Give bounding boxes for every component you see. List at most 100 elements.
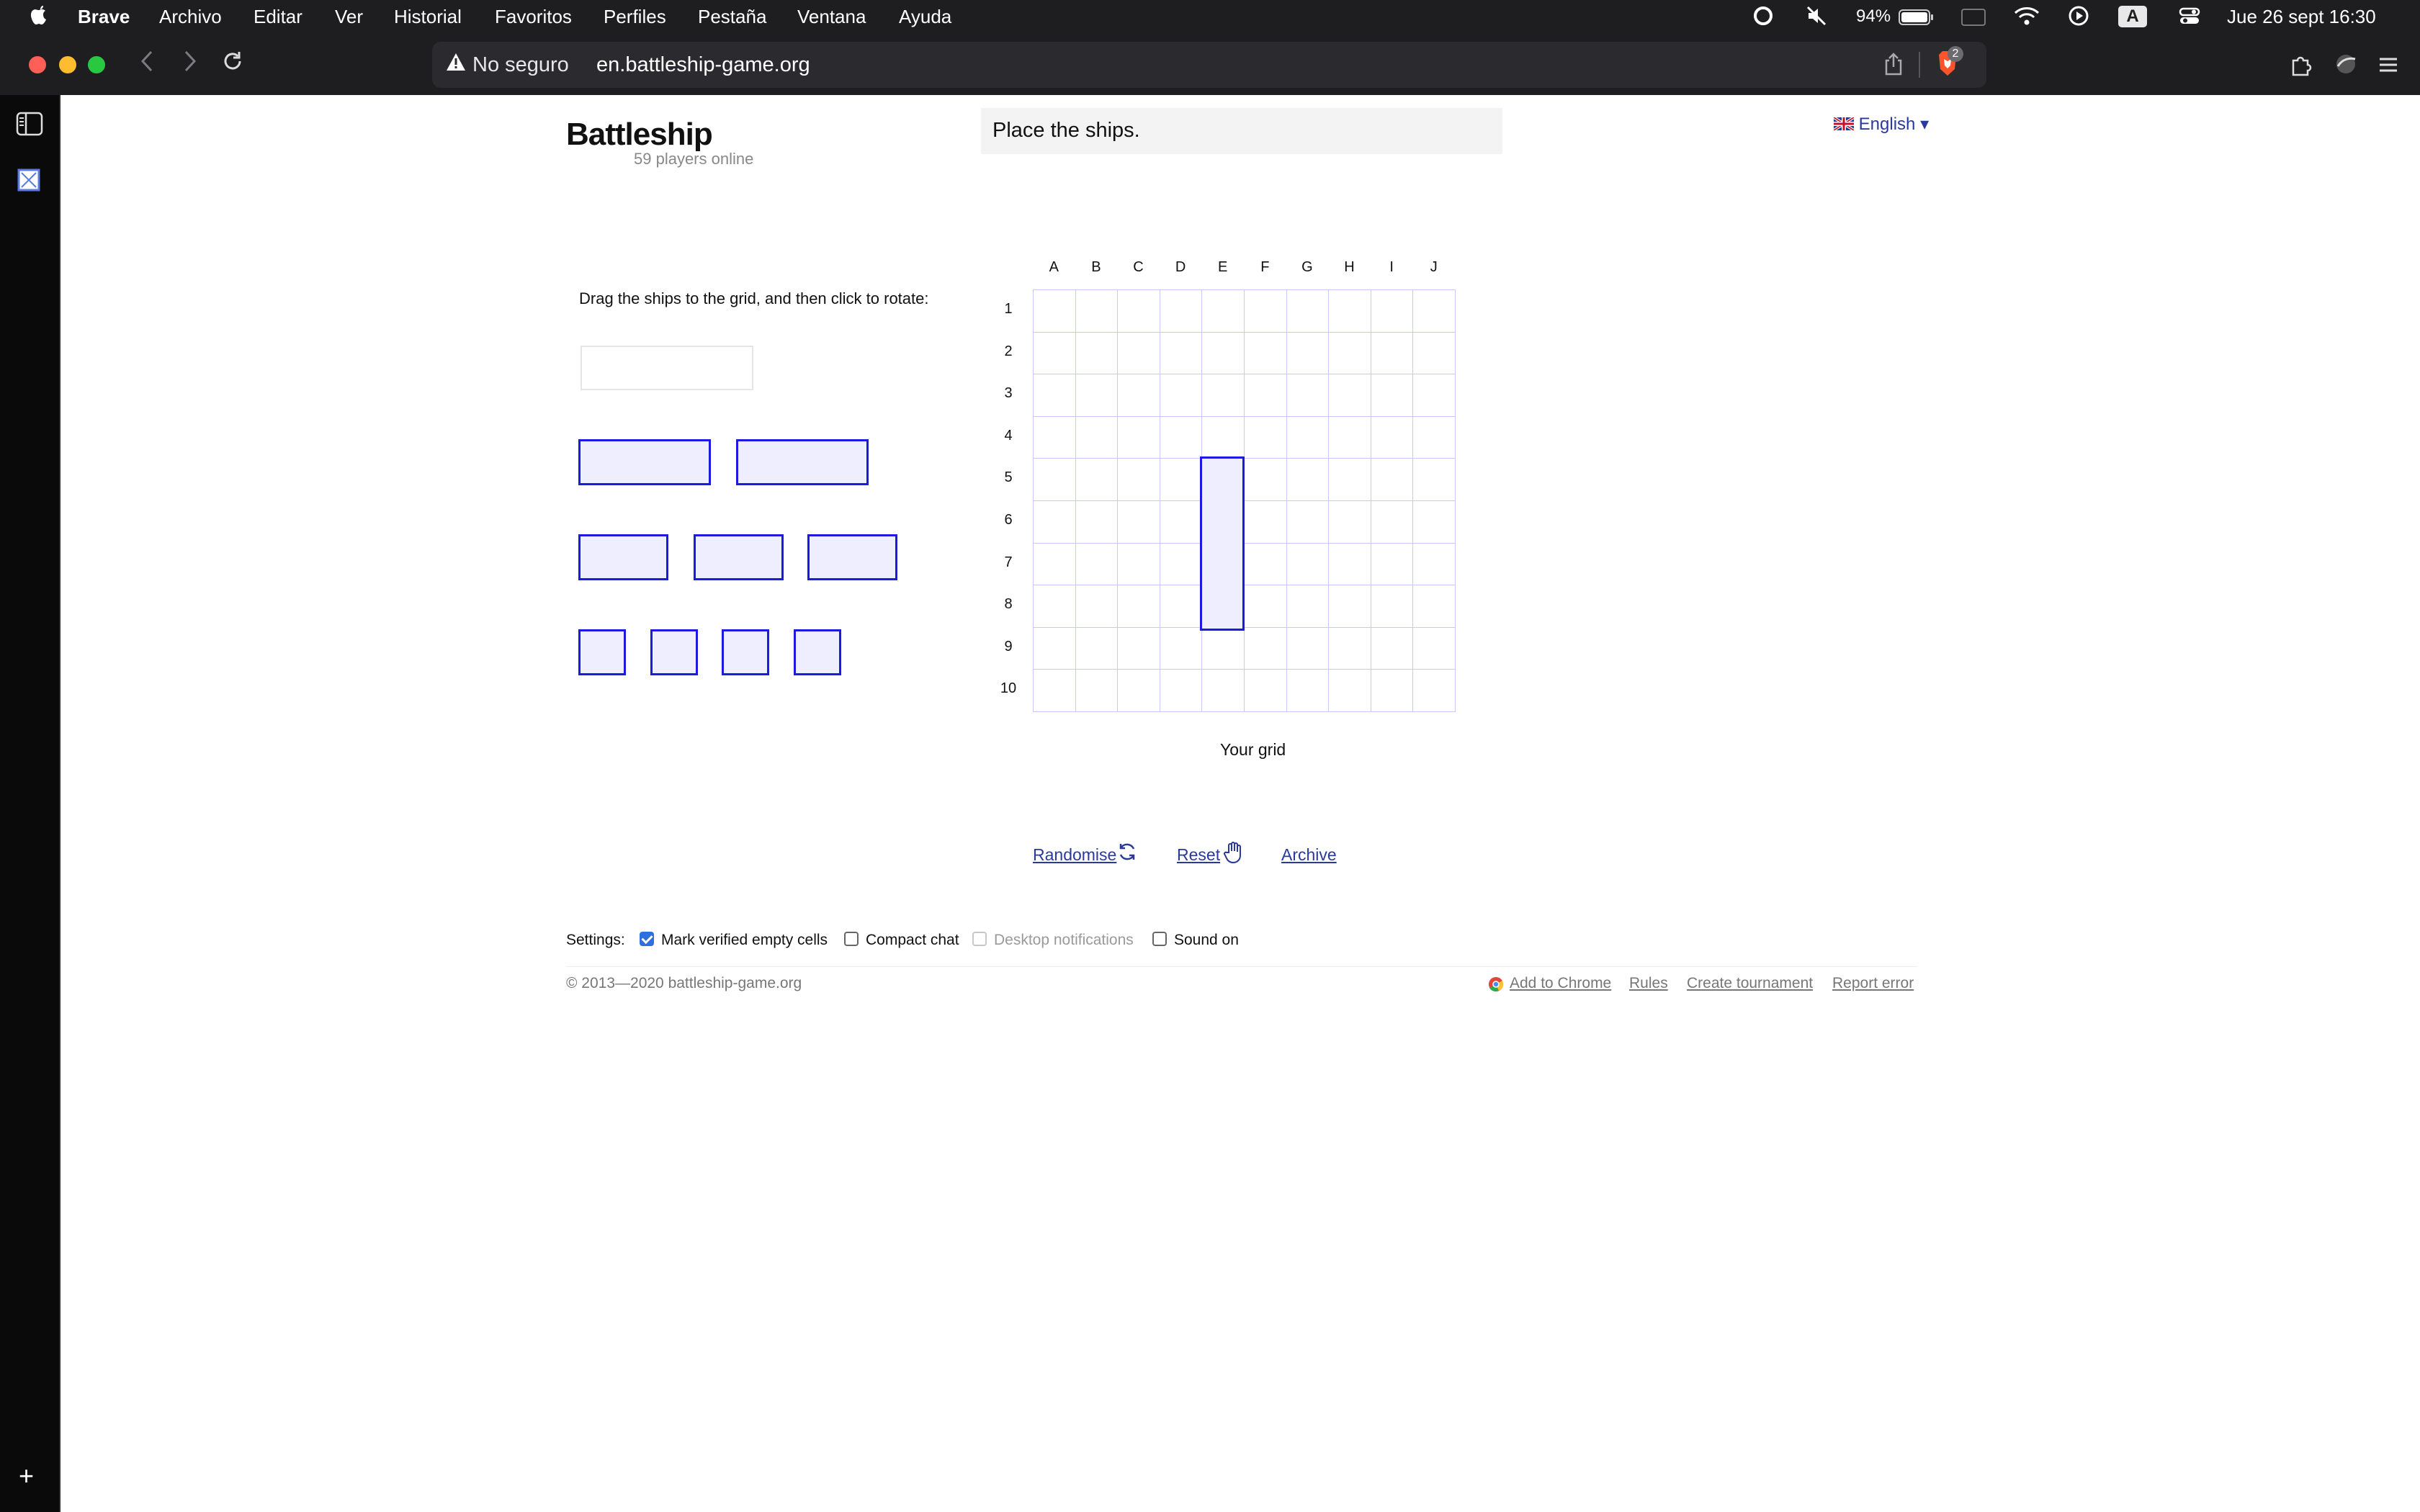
grid-cell[interactable] [1412,626,1456,670]
grid-cell[interactable] [1159,458,1203,501]
grid-cell[interactable] [1117,289,1160,333]
new-tab-plus-icon[interactable]: + [19,1463,34,1489]
menu-editar[interactable]: Editar [254,6,302,28]
rules-link[interactable]: Rules [1629,975,1668,992]
ship-1deck-4[interactable] [794,629,841,675]
grid-cell[interactable] [1075,458,1119,501]
grid-cell[interactable] [1159,669,1203,712]
grid-cell[interactable] [1075,669,1119,712]
ship-1deck-2[interactable] [650,629,698,675]
grid-cell[interactable] [1412,415,1456,459]
reset-link[interactable]: Reset [1177,845,1220,865]
grid-cell[interactable] [1201,669,1245,712]
grid-cell[interactable] [1159,626,1203,670]
grid-cell[interactable] [1370,500,1414,544]
grid-cell[interactable] [1244,669,1287,712]
grid-cell[interactable] [1370,458,1414,501]
grid-cell[interactable] [1244,585,1287,628]
menu-archivo[interactable]: Archivo [159,6,222,28]
grid-cell[interactable] [1244,415,1287,459]
grid-cell[interactable] [1159,374,1203,417]
grid-cell[interactable] [1328,626,1371,670]
grid-cell[interactable] [1328,415,1371,459]
grid-cell[interactable] [1075,626,1119,670]
apple-icon[interactable] [29,4,49,32]
keyboard-input-icon[interactable]: A [2118,6,2147,27]
extensions-icon[interactable] [2289,53,2312,80]
grid-cell[interactable] [1412,289,1456,333]
grid-cell[interactable] [1328,331,1371,375]
create-tournament-link[interactable]: Create tournament [1687,975,1813,992]
ship-2deck-1[interactable] [578,534,668,580]
randomise-link[interactable]: Randomise [1033,845,1116,865]
warning-icon[interactable] [445,52,467,78]
reload-button[interactable] [220,49,245,80]
grid-cell[interactable] [1328,289,1371,333]
grid-cell[interactable] [1244,458,1287,501]
grid-cell[interactable] [1075,500,1119,544]
grid-cell[interactable] [1075,331,1119,375]
site-logo[interactable]: Battleship [566,117,713,153]
grid-cell[interactable] [1201,331,1245,375]
grid-cell[interactable] [1328,669,1371,712]
grid-cell[interactable] [1159,500,1203,544]
sound-on-label[interactable]: Sound on [1174,932,1239,949]
grid-cell[interactable] [1370,626,1414,670]
grid-cell[interactable] [1412,458,1456,501]
forward-button[interactable] [180,49,200,80]
ship-3deck-1[interactable] [578,439,711,485]
grid-cell[interactable] [1328,458,1371,501]
grid-cell[interactable] [1370,415,1414,459]
grid-cell[interactable] [1370,542,1414,586]
minimize-window-button[interactable] [59,56,76,73]
grid-cell[interactable] [1201,626,1245,670]
back-button[interactable] [137,49,157,80]
grid-cell[interactable] [1370,669,1414,712]
menu-app-name[interactable]: Brave [78,6,130,28]
grid-cell[interactable] [1244,374,1287,417]
grid-cell[interactable] [1075,542,1119,586]
grid-cell[interactable] [1159,415,1203,459]
grid-cell[interactable] [1286,374,1330,417]
grid-cell[interactable] [1033,669,1076,712]
grid-cell[interactable] [1033,415,1076,459]
grid-cell[interactable] [1244,500,1287,544]
menu-perfiles[interactable]: Perfiles [604,6,666,28]
grid-cell[interactable] [1117,500,1160,544]
mute-icon[interactable] [1805,4,1828,32]
compact-chat-label[interactable]: Compact chat [866,932,959,949]
grid-cell[interactable] [1244,289,1287,333]
grid-cell[interactable] [1159,331,1203,375]
close-window-button[interactable] [29,56,46,73]
ship-1deck-1[interactable] [578,629,626,675]
grid-cell[interactable] [1328,374,1371,417]
grid-cell[interactable] [1117,585,1160,628]
compact-chat-checkbox[interactable] [844,932,859,946]
screen-mirror-icon[interactable] [1960,7,1986,32]
menu-ayuda[interactable]: Ayuda [899,6,951,28]
add-to-chrome-link[interactable]: Add to Chrome [1510,975,1611,992]
grid-cell[interactable] [1370,289,1414,333]
grid-cell[interactable] [1033,331,1076,375]
grid-cell[interactable] [1117,331,1160,375]
grid-cell[interactable] [1328,542,1371,586]
wifi-icon[interactable] [2014,4,2040,32]
grid-cell[interactable] [1033,289,1076,333]
refresh-icon[interactable] [1116,841,1138,868]
grid-cell[interactable] [1075,415,1119,459]
grid-cell[interactable] [1286,542,1330,586]
mark-empty-cells-label[interactable]: Mark verified empty cells [661,932,828,949]
grid-cell[interactable] [1033,626,1076,670]
menu-pestana[interactable]: Pestaña [698,6,766,28]
grid-cell[interactable] [1033,458,1076,501]
ship-2deck-2[interactable] [694,534,784,580]
menu-historial[interactable]: Historial [394,6,462,28]
grid-cell[interactable] [1117,669,1160,712]
grid-cell[interactable] [1370,585,1414,628]
play-icon[interactable] [2067,4,2090,32]
grid-cell[interactable] [1412,669,1456,712]
grid-cell[interactable] [1117,458,1160,501]
zoom-window-button[interactable] [88,56,105,73]
grid-cell[interactable] [1370,331,1414,375]
grid-cell[interactable] [1244,626,1287,670]
